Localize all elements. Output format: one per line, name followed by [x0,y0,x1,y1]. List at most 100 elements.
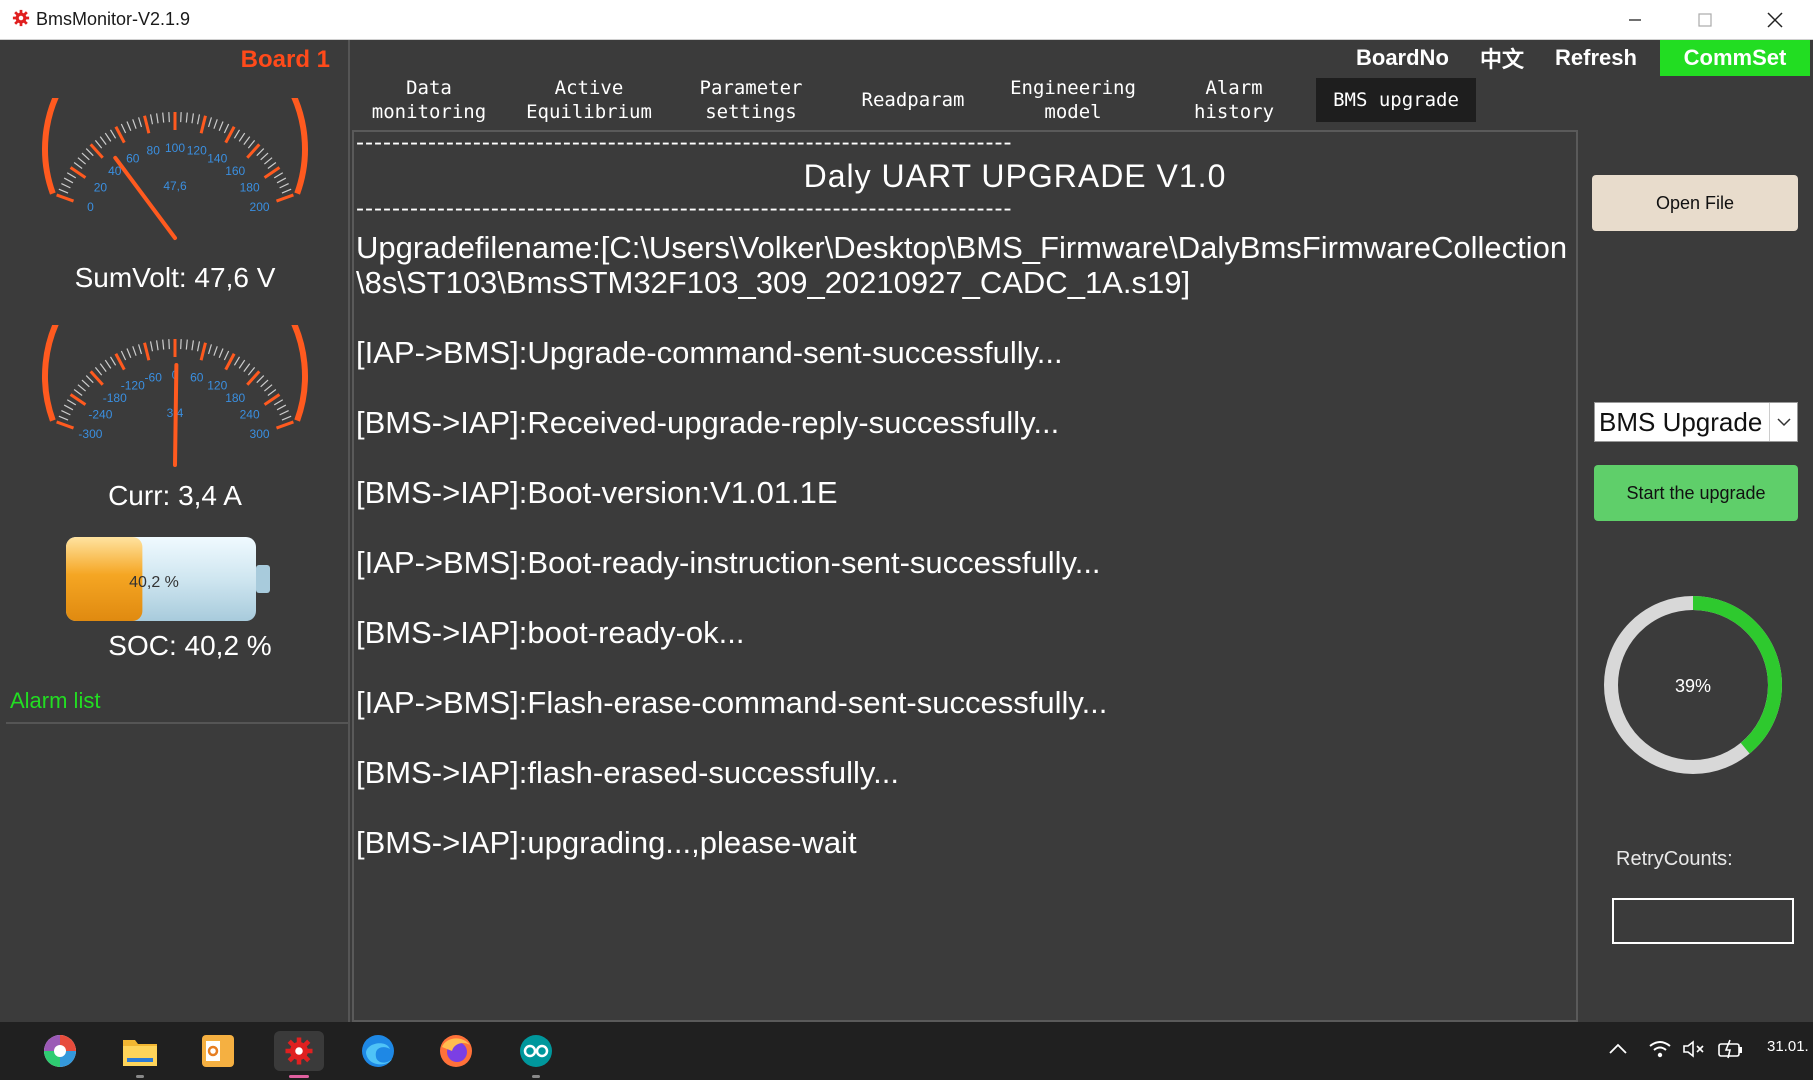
gauge-tick [81,379,90,388]
gauge-tick [58,415,69,421]
open-file-button[interactable]: Open File [1592,175,1798,231]
app-window: BmsMonitor-V2.1.9 Board 1 0 20 40 60 80 100 12… [0,0,1813,1080]
gauge-tick [132,119,137,129]
firefox-browser-icon[interactable] [436,1031,476,1071]
gauge-tick-label: 180 [240,181,260,195]
gauge-tick-label: -120 [121,379,145,393]
gauge-needle [173,363,179,467]
tab-active-equilibrium[interactable]: Active Equilibrium [508,77,670,123]
app-gear-icon [12,9,30,27]
gauge-tick [218,348,224,358]
minimize-button[interactable] [1600,0,1670,40]
gauge-tick [281,188,292,194]
gauge-tick [149,114,154,125]
gauge-tick [223,123,230,134]
menu-boardno[interactable]: BoardNo [1356,40,1449,76]
tab-label: settings [705,101,797,123]
chevron-up-icon[interactable] [1608,1039,1628,1062]
tab-data-monitoring[interactable]: Data monitoring [350,77,508,123]
maximize-icon [1698,13,1712,27]
upgrade-log[interactable]: ----------------------------------------… [352,130,1578,1022]
chevron-down-icon[interactable] [1769,403,1797,441]
gauge-tick [73,389,83,396]
taskbar-clock[interactable]: 31.01. [1767,1038,1809,1055]
voltage-gauge: 020406080 100 12014016018020047,6 [42,98,308,240]
gauge-tick [207,117,212,128]
gauge-tick [279,410,289,416]
gauge-tick [233,129,241,139]
gauge-tick [267,389,277,396]
close-icon [1767,12,1783,28]
gauge-tick [77,384,87,392]
photos-app-icon[interactable] [40,1031,80,1071]
gauge-tick [56,193,75,203]
gauge-tick [213,119,218,129]
close-button[interactable] [1740,0,1810,40]
gauge-tick [275,420,294,430]
arduino-ide-icon[interactable] [516,1031,556,1071]
outlook-app-icon[interactable] [198,1031,238,1071]
gauge-tick [281,415,292,421]
gauge-tick-label: 60 [126,152,140,166]
file-explorer-icon[interactable] [120,1031,160,1071]
gauge-tick [191,113,195,124]
wifi-icon[interactable] [1648,1039,1672,1065]
gauge-tick-label: -300 [78,427,102,441]
gauge-tick [143,115,151,134]
gauge-tick [66,172,77,179]
window-title: BmsMonitor-V2.1.9 [36,9,191,29]
menu-chinese[interactable]: 中文 [1480,40,1524,76]
speaker-muted-icon[interactable] [1682,1039,1706,1065]
gauge-tick-label: -60 [145,371,163,385]
tab-alarm-history[interactable]: Alarm history [1152,77,1316,123]
gauge-tick [61,183,71,189]
tab-label: Active [554,77,624,99]
soc-label: SOC: 40,2 % [108,630,272,661]
log-entry: [IAP->BMS]:Flash-erase-command-sent-succ… [356,685,1108,720]
tab-parameter-settings[interactable]: Parameter settings [670,77,832,123]
alarm-list[interactable] [6,722,348,1022]
log-entry: [BMS->IAP]:boot-ready-ok... [356,615,745,650]
battery-charging-icon[interactable] [1718,1039,1744,1065]
gauge-tick [149,341,154,352]
tab-label: monitoring [371,101,487,123]
tab-engineering-model[interactable]: Engineering model [994,77,1152,123]
gauge-tick-label: 100 [165,141,185,155]
gauge-tick [162,339,165,350]
gauge-tick [155,340,159,351]
gauge-tick [263,384,273,392]
gauge-tick-label: 80 [147,144,161,158]
menu-commset[interactable]: CommSet [1660,40,1810,76]
tab-label: Readparam [861,89,965,111]
gauge-tick [196,114,201,125]
maximize-button[interactable] [1670,0,1740,40]
gauge-tick [260,152,269,161]
menu-refresh[interactable]: Refresh [1555,40,1637,76]
gauge-tick [207,344,212,355]
gauge-tick [276,404,287,411]
tab-label: Equilibrium [526,101,652,123]
taskbar-running-indicator [532,1075,540,1078]
gauge-tick [256,375,265,384]
edge-browser-icon[interactable] [358,1031,398,1071]
gauge-tick-label: 0 [87,200,94,214]
log-entry: [BMS->IAP]:Boot-version:V1.01.1E [356,475,838,510]
gauge-tick [273,399,284,406]
gauge-tick [114,126,126,144]
start-upgrade-button[interactable]: Start the upgrade [1594,465,1798,521]
gauge-tick [223,350,230,361]
gauge-tick [238,132,246,142]
gauge-tick [132,346,137,356]
tab-bms-upgrade[interactable]: BMS upgrade [1316,78,1476,122]
bmsmonitor-taskbar-icon[interactable] [274,1031,324,1071]
upgrade-mode-select[interactable]: BMS Upgrade [1594,402,1798,442]
gauge-tick [155,113,159,124]
gauge-tick [104,359,112,369]
gauge-tick [120,350,127,361]
gauge-tick [138,117,143,128]
tab-readparam[interactable]: Readparam [832,78,994,122]
gauge-tick [273,172,284,179]
tab-label: model [1044,101,1102,123]
retry-counts-field[interactable] [1612,898,1794,944]
gauge-tick [260,379,269,388]
